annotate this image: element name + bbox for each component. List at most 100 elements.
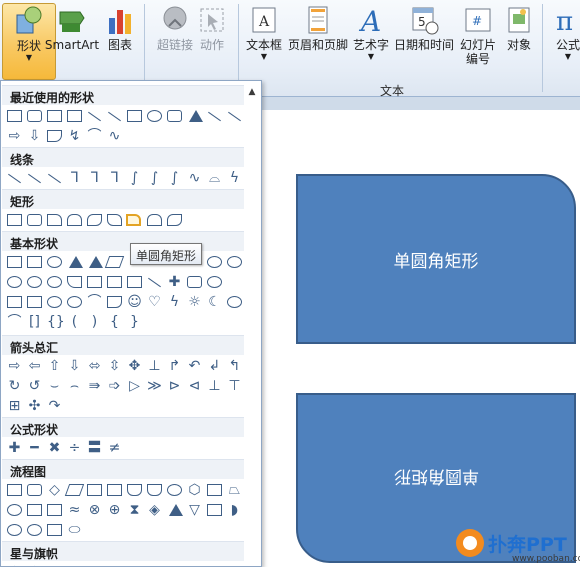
vertical-textbox-icon[interactable] [67,110,82,122]
elbow-connector-icon[interactable] [208,111,221,122]
textbox-shape-icon[interactable] [7,256,22,268]
line-icon[interactable] [8,173,21,184]
curved-arrow-connector-icon[interactable]: ∫ [147,171,162,185]
right-arrow-icon[interactable]: ⇨ [7,129,22,143]
curved-connector-icon[interactable]: ∫ [127,171,142,185]
flowchart-sort-icon[interactable]: ◈ [147,503,162,517]
round-diagonal-icon[interactable] [167,214,182,226]
arc-icon[interactable]: ⌒ [87,129,102,143]
rectangle-icon[interactable] [127,110,142,122]
octagon-icon[interactable] [207,256,222,268]
quad-arrow-icon[interactable]: ✥ [127,359,142,373]
plaque-icon[interactable] [187,276,202,288]
up-down-arrow-icon[interactable]: ⇳ [107,359,122,373]
flowchart-preparation-icon[interactable]: ⬡ [187,483,202,497]
chart-button[interactable]: 图表 [100,3,140,63]
slide-number-button[interactable]: # 幻灯片 编号 [455,3,501,80]
snip-same-side-icon[interactable] [67,214,82,226]
flowchart-merge-icon[interactable]: ▽ [187,503,202,517]
left-up-arrow-icon[interactable]: ↲ [207,359,222,373]
division-icon[interactable]: ÷ [67,441,82,455]
object-button[interactable]: 对象 [500,3,538,63]
flowchart-collate-icon[interactable]: ⧗ [127,503,142,517]
dodecagon-icon[interactable] [7,276,22,288]
flowchart-multidocument-icon[interactable] [147,484,162,496]
right-triangle-icon[interactable] [89,256,103,268]
curved-up-arrow-icon[interactable]: ⌣ [47,379,62,393]
l-shape-icon[interactable] [127,276,142,288]
cross-icon[interactable]: ✚ [167,275,182,289]
curved-arrow-icon[interactable]: ↯ [67,129,82,143]
flowchart-card-icon[interactable] [47,504,62,516]
bevel-icon[interactable] [27,296,42,308]
flowchart-manual-input-icon[interactable] [207,484,222,496]
cube-icon[interactable] [7,296,22,308]
circular-arrow-icon[interactable]: ↷ [47,399,62,413]
curved-double-arrow-icon[interactable]: ∫ [167,171,182,185]
vertical-textbox-icon[interactable] [27,256,42,268]
down-arrow-icon[interactable]: ⇩ [27,129,42,143]
quad-arrow-callout-icon[interactable]: ✣ [27,399,42,413]
line-icon[interactable] [88,111,101,122]
not-equal-icon[interactable]: ≠ [107,441,122,455]
triangle-icon[interactable] [189,110,203,122]
flowchart-terminator-icon[interactable] [167,484,182,496]
left-right-up-arrow-icon[interactable]: ⊥ [147,359,162,373]
flowchart-data-icon[interactable] [64,484,85,496]
flowchart-magnetic-disk-icon[interactable] [27,524,42,536]
flowchart-offpage-connector-icon[interactable] [27,504,42,516]
can-icon[interactable] [207,276,222,288]
right-bracket-icon[interactable]: ) [87,315,102,329]
chevron-down-icon[interactable]: ▼ [548,52,580,62]
chevron-down-icon[interactable]: ▼ [350,52,392,62]
chord-icon[interactable] [47,276,62,288]
parallelogram-icon[interactable] [104,256,125,268]
left-bracket-icon[interactable]: ( [67,315,82,329]
left-brace-icon[interactable]: { [107,315,122,329]
no-symbol-icon[interactable] [67,296,82,308]
snip-round-icon[interactable] [107,214,122,226]
teardrop-icon[interactable] [67,276,82,288]
curve-icon[interactable]: ∿ [107,129,122,143]
rectangle-icon[interactable] [7,110,22,122]
left-arrow-callout-icon[interactable]: ⊲ [187,379,202,393]
arc-icon[interactable]: ⌒ [7,315,22,329]
round-same-side-icon[interactable] [147,214,162,226]
flowchart-delay-icon[interactable]: ◗ [227,503,242,517]
round-single-corner-icon[interactable] [126,214,141,226]
flowchart-direct-access-icon[interactable] [47,524,62,536]
flowchart-process-icon[interactable] [7,484,22,496]
chevron-arrow-icon[interactable]: ≫ [147,379,162,393]
snip-rectangle-icon[interactable] [47,130,62,142]
panel-scrollbar[interactable]: ▲ [245,87,259,563]
notched-right-arrow-icon[interactable]: ➩ [107,379,122,393]
multiply-icon[interactable]: ✖ [47,441,62,455]
down-arrow-callout-icon[interactable]: ⊤ [227,379,242,393]
flowchart-predefined-process-icon[interactable] [87,484,102,496]
double-arrow-line-icon[interactable] [48,173,61,184]
textbox-button[interactable]: A 文本框 ▼ [242,3,286,80]
snip-diagonal-icon[interactable] [87,214,102,226]
sun-icon[interactable]: ☼ [187,295,202,309]
curved-left-arrow-icon[interactable]: ↺ [27,379,42,393]
rounded-rectangle-icon[interactable] [27,214,42,226]
flowchart-stored-data-icon[interactable] [207,504,222,516]
frame-icon[interactable] [87,276,102,288]
equation-button[interactable]: π 公式 ▼ [548,3,580,80]
curved-right-arrow-icon[interactable]: ↻ [7,379,22,393]
curved-down-arrow-icon[interactable]: ⌢ [67,379,82,393]
flowchart-internal-storage-icon[interactable] [107,484,122,496]
oval-icon[interactable] [47,256,62,268]
wordart-button[interactable]: A 艺术字 ▼ [350,3,392,80]
pie-icon[interactable] [27,276,42,288]
down-arrow-icon[interactable]: ⇩ [67,359,82,373]
flowchart-or-icon[interactable]: ⊕ [107,503,122,517]
striped-right-arrow-icon[interactable]: ⇛ [87,379,102,393]
rounded-rectangle-icon[interactable] [27,110,42,122]
moon-icon[interactable]: ☾ [207,295,222,309]
lightning-bolt-icon[interactable]: ϟ [167,295,182,309]
snip-single-corner-icon[interactable] [47,214,62,226]
bent-up-arrow-icon[interactable]: ↰ [227,359,242,373]
rounded-rectangle-icon[interactable] [167,110,182,122]
oval-icon[interactable] [147,110,162,122]
